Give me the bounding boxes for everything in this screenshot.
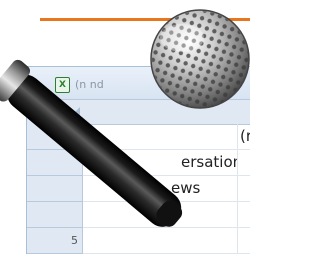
microphone-icon bbox=[0, 9, 250, 227]
microphone-head bbox=[150, 9, 250, 109]
screenshot-scene: X (n nd 1 5 (r ersation ews bbox=[0, 0, 250, 254]
